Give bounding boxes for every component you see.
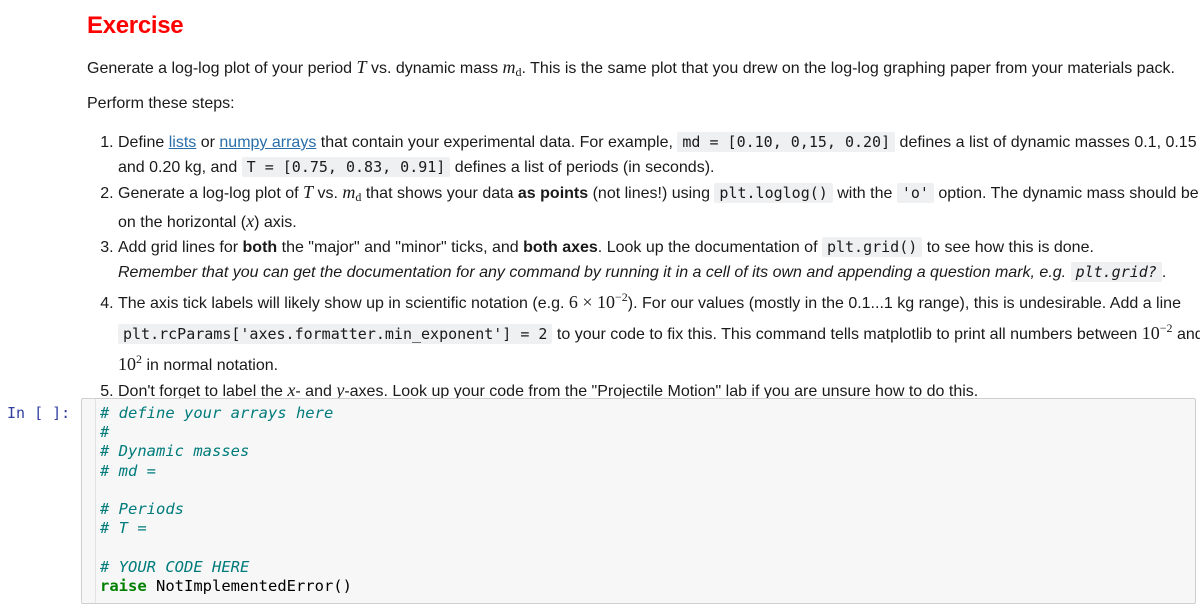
step-3: Add grid lines for both the "major" and … bbox=[118, 235, 1200, 285]
code-editor-text[interactable]: # define your arrays here # # Dynamic mass… bbox=[100, 404, 352, 596]
text-span: ). For our values (mostly in the 0.1...1… bbox=[627, 295, 1181, 312]
step-1: Define lists or numpy arrays that contai… bbox=[118, 130, 1200, 180]
text-span: 6 × 10 bbox=[568, 292, 616, 312]
inline-code: plt.grid? bbox=[1070, 262, 1162, 282]
inline-code: plt.rcParams['axes.formatter.min_exponen… bbox=[118, 324, 553, 344]
step-2: Generate a log-log plot of T vs. md that… bbox=[118, 180, 1200, 235]
text-span: 10 bbox=[1141, 323, 1160, 343]
raise-keyword: raise bbox=[100, 576, 147, 595]
editor-gutter bbox=[95, 399, 96, 603]
inline-code: plt.loglog() bbox=[714, 183, 833, 203]
steps-list: Define lists or numpy arrays that contai… bbox=[87, 130, 1200, 404]
text-span: m bbox=[342, 182, 356, 202]
text-span: ) axis. bbox=[254, 214, 297, 231]
text-span: both bbox=[242, 239, 278, 256]
text-span: −2 bbox=[1159, 321, 1173, 335]
text-span: Generate a log-log plot of bbox=[118, 185, 304, 202]
math-T: T bbox=[303, 182, 314, 202]
math-expression: 10−2 bbox=[1141, 321, 1173, 343]
inline-code: 'o' bbox=[896, 183, 934, 203]
step-4: The axis tick labels will likely show up… bbox=[118, 285, 1200, 378]
text-span: . bbox=[1161, 264, 1167, 281]
math-T: T bbox=[356, 57, 367, 77]
text-span: vs. bbox=[313, 185, 343, 202]
text-span: as points bbox=[517, 185, 589, 202]
inline-code: md = [0.10, 0,15, 0.20] bbox=[677, 132, 896, 152]
cell-prompt: In [ ]: bbox=[7, 404, 71, 422]
text-span: with the bbox=[832, 185, 897, 202]
text-span: m bbox=[502, 57, 516, 77]
math-m: md bbox=[502, 57, 522, 79]
text-span: in normal notation. bbox=[142, 357, 279, 374]
text-span: −2 bbox=[615, 290, 628, 304]
text-span: . Look up the documentation of bbox=[597, 239, 822, 256]
intro-paragraph: Generate a log-log plot of your period T… bbox=[87, 55, 1175, 84]
math-expression: 102 bbox=[118, 352, 142, 374]
text-span: both axes bbox=[523, 239, 598, 256]
code-line: # Periods bbox=[100, 499, 184, 518]
intro-text: vs. dynamic mass bbox=[366, 60, 503, 77]
code-line: # define your arrays here bbox=[100, 404, 334, 422]
text-span: NotImplementedError() bbox=[146, 576, 352, 595]
text-span: The axis tick labels will likely show up… bbox=[118, 295, 569, 312]
code-line: # T = bbox=[100, 519, 147, 538]
exercise-heading: Exercise bbox=[87, 12, 184, 39]
code-line: # md = bbox=[100, 461, 156, 480]
code-line: # YOUR CODE HERE bbox=[100, 557, 250, 576]
numpy-arrays-link[interactable]: numpy arrays bbox=[219, 134, 316, 151]
lists-link[interactable]: lists bbox=[169, 134, 197, 151]
text-span: that contain your experimental data. For… bbox=[316, 134, 678, 151]
text-span: Remember that you can get the documentat… bbox=[118, 264, 1071, 281]
text-span: x bbox=[246, 211, 255, 231]
intro-text: Generate a log-log plot of your period bbox=[87, 60, 357, 77]
text-span: and bbox=[1176, 326, 1200, 343]
text-span: Define bbox=[118, 134, 169, 151]
text-span: Add grid lines for bbox=[118, 239, 243, 256]
inline-code: T = [0.75, 0.83, 0.91] bbox=[241, 157, 451, 177]
inline-code: plt.grid() bbox=[821, 237, 923, 257]
code-line: # bbox=[100, 423, 110, 442]
math-m: md bbox=[342, 182, 361, 204]
text-span: to see how this is done. bbox=[922, 239, 1094, 256]
text-span: to your code to fix this. This command t… bbox=[552, 326, 1142, 343]
text-span: defines a list of periods (in seconds). bbox=[450, 159, 715, 176]
code-line: # Dynamic masses bbox=[100, 442, 250, 461]
code-cell-editor[interactable]: # define your arrays here # # Dynamic mass… bbox=[81, 398, 1196, 604]
text-span: that shows your data bbox=[361, 185, 518, 202]
text-span: the "major" and "minor" ticks, and bbox=[277, 239, 524, 256]
text-span: 10 bbox=[118, 354, 136, 374]
intro-text: . This is the same plot that you drew on… bbox=[521, 60, 1175, 77]
perform-steps-label: Perform these steps: bbox=[87, 95, 235, 112]
math-expression: 6 × 10−2 bbox=[568, 290, 628, 312]
text-span: or bbox=[196, 134, 220, 151]
text-span: (not lines!) using bbox=[588, 185, 715, 202]
code-line: raise NotImplementedError() bbox=[100, 577, 352, 596]
